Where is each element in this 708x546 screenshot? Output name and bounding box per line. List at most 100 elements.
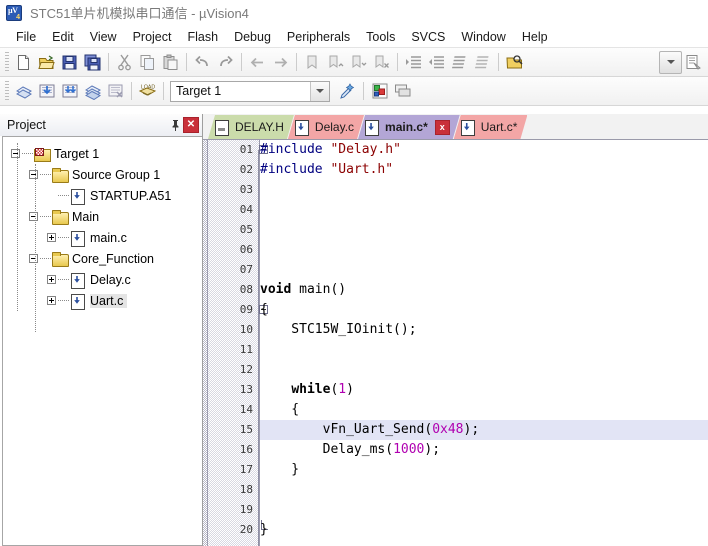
undo-icon[interactable]	[191, 51, 214, 74]
outdent-icon[interactable]	[425, 51, 448, 74]
toolbar-separator	[397, 53, 398, 71]
close-icon[interactable]: ✕	[183, 117, 199, 133]
code-token-pln	[260, 382, 291, 397]
menu-item-flash[interactable]: Flash	[179, 28, 226, 46]
manage-components-icon[interactable]	[368, 80, 391, 103]
uncomment-icon[interactable]	[471, 51, 494, 74]
code-line[interactable]: void main()	[260, 280, 708, 300]
tree-expander-minus[interactable]	[29, 254, 38, 263]
tree-item-uart-c[interactable]: Uart.c	[3, 290, 202, 311]
chevron-down-icon[interactable]	[659, 50, 682, 74]
line-number: 14	[208, 400, 259, 420]
toolbar-grip[interactable]	[5, 81, 9, 101]
code-line[interactable]: }	[260, 520, 708, 540]
code-line[interactable]	[260, 220, 708, 240]
menu-item-tools[interactable]: Tools	[358, 28, 403, 46]
tree-expander-plus[interactable]	[47, 233, 56, 242]
code-line[interactable]: #include "Delay.h"	[260, 140, 708, 160]
code-editor[interactable]: 01 02 03 04 05 06 07 08 09 10 11 12 13 14 15 16 17 18 19 20…	[203, 140, 708, 546]
code-line[interactable]	[260, 180, 708, 200]
tree-expander-minus[interactable]	[11, 149, 20, 158]
menu-item-svcs[interactable]: SVCS	[403, 28, 453, 46]
pin-icon[interactable]	[167, 117, 183, 133]
code-line[interactable]	[260, 500, 708, 520]
close-tab-icon[interactable]: x	[435, 120, 450, 135]
code-line[interactable]: {	[260, 400, 708, 420]
code-token-pln: vFn_Uart_Send(	[260, 422, 433, 437]
multi-project-icon[interactable]	[391, 80, 414, 103]
code-line[interactable]	[260, 340, 708, 360]
copy-icon[interactable]	[136, 51, 159, 74]
code-line[interactable]: STC15W_IOinit();	[260, 320, 708, 340]
target-select[interactable]: Target 1	[170, 80, 330, 102]
code-line[interactable]	[260, 480, 708, 500]
line-number-gutter: 01 02 03 04 05 06 07 08 09 10 11 12 13 14 15 16 17 18 19 20	[208, 140, 268, 546]
editor-tab-main-c[interactable]: main.c* x	[358, 115, 460, 139]
tree-expander-minus[interactable]	[29, 212, 38, 221]
redo-icon[interactable]	[214, 51, 237, 74]
code-line[interactable]: {	[260, 300, 708, 320]
chevron-down-icon[interactable]	[310, 81, 329, 101]
code-lines[interactable]: #include "Delay.h" #include "Uart.h" void …	[260, 140, 708, 546]
navigate-back-icon[interactable]	[246, 51, 269, 74]
download-icon[interactable]: LOAD	[136, 80, 159, 103]
tree-item-core-function[interactable]: Core_Function	[3, 248, 202, 269]
bookmark-toggle-icon[interactable]	[301, 51, 324, 74]
code-line[interactable]: vFn_Uart_Send(0x48);	[260, 420, 708, 440]
menu-item-window[interactable]: Window	[453, 28, 513, 46]
line-number: 10	[208, 320, 259, 340]
code-line[interactable]	[260, 260, 708, 280]
tree-expander-plus[interactable]	[47, 275, 56, 284]
new-file-icon[interactable]	[12, 51, 35, 74]
code-line[interactable]: #include "Uart.h"	[260, 160, 708, 180]
toolbar-grip[interactable]	[5, 52, 9, 72]
code-line[interactable]: while(1)	[260, 380, 708, 400]
comment-icon[interactable]	[448, 51, 471, 74]
cut-icon[interactable]	[113, 51, 136, 74]
bookmark-next-icon[interactable]	[347, 51, 370, 74]
rebuild-icon[interactable]	[58, 80, 81, 103]
translate-icon[interactable]	[12, 80, 35, 103]
editor-tab-delay-h[interactable]: DELAY.H	[208, 115, 294, 139]
tree-item-source-group-1[interactable]: Source Group 1	[3, 164, 202, 185]
tree-item-main-c[interactable]: main.c	[3, 227, 202, 248]
code-line[interactable]	[260, 240, 708, 260]
tree-item-main[interactable]: Main	[3, 206, 202, 227]
build-icon[interactable]	[35, 80, 58, 103]
indent-icon[interactable]	[402, 51, 425, 74]
menu-item-edit[interactable]: Edit	[44, 28, 82, 46]
tree-connector	[58, 279, 69, 280]
stop-build-icon[interactable]	[104, 80, 127, 103]
find-in-files-icon[interactable]	[503, 51, 526, 74]
editor-tab-delay-c[interactable]: Delay.c	[288, 115, 364, 139]
tree-item-target-1[interactable]: Target 1	[3, 143, 202, 164]
navigate-forward-icon[interactable]	[269, 51, 292, 74]
code-token-punc: {	[260, 402, 300, 417]
editor-tab-uart-c[interactable]: Uart.c*	[454, 115, 528, 139]
bookmark-prev-icon[interactable]	[324, 51, 347, 74]
code-line[interactable]: }	[260, 460, 708, 480]
code-line[interactable]	[260, 200, 708, 220]
tree-expander-minus[interactable]	[29, 170, 38, 179]
code-line[interactable]: Delay_ms(1000);	[260, 440, 708, 460]
project-tree-container[interactable]: Target 1 Source Group 1 STARTUP.A51 Main mai…	[2, 136, 202, 546]
tree-expander-plus[interactable]	[47, 296, 56, 305]
open-file-icon[interactable]	[35, 51, 58, 74]
menu-item-peripherals[interactable]: Peripherals	[279, 28, 358, 46]
tree-item-delay-c[interactable]: Delay.c	[3, 269, 202, 290]
menu-item-debug[interactable]: Debug	[226, 28, 279, 46]
menu-item-project[interactable]: Project	[125, 28, 180, 46]
menu-item-help[interactable]: Help	[514, 28, 556, 46]
save-icon[interactable]	[58, 51, 81, 74]
paste-icon[interactable]	[159, 51, 182, 74]
menu-item-view[interactable]: View	[82, 28, 125, 46]
tree-item-startup-a51[interactable]: STARTUP.A51	[3, 185, 202, 206]
line-number: 07	[208, 260, 259, 280]
bookmark-clear-icon[interactable]	[370, 51, 393, 74]
save-all-icon[interactable]	[81, 51, 104, 74]
batch-build-icon[interactable]	[81, 80, 104, 103]
target-options-icon[interactable]	[336, 80, 359, 103]
configure-icon[interactable]	[682, 51, 705, 74]
menu-item-file[interactable]: File	[8, 28, 44, 46]
code-line[interactable]	[260, 360, 708, 380]
